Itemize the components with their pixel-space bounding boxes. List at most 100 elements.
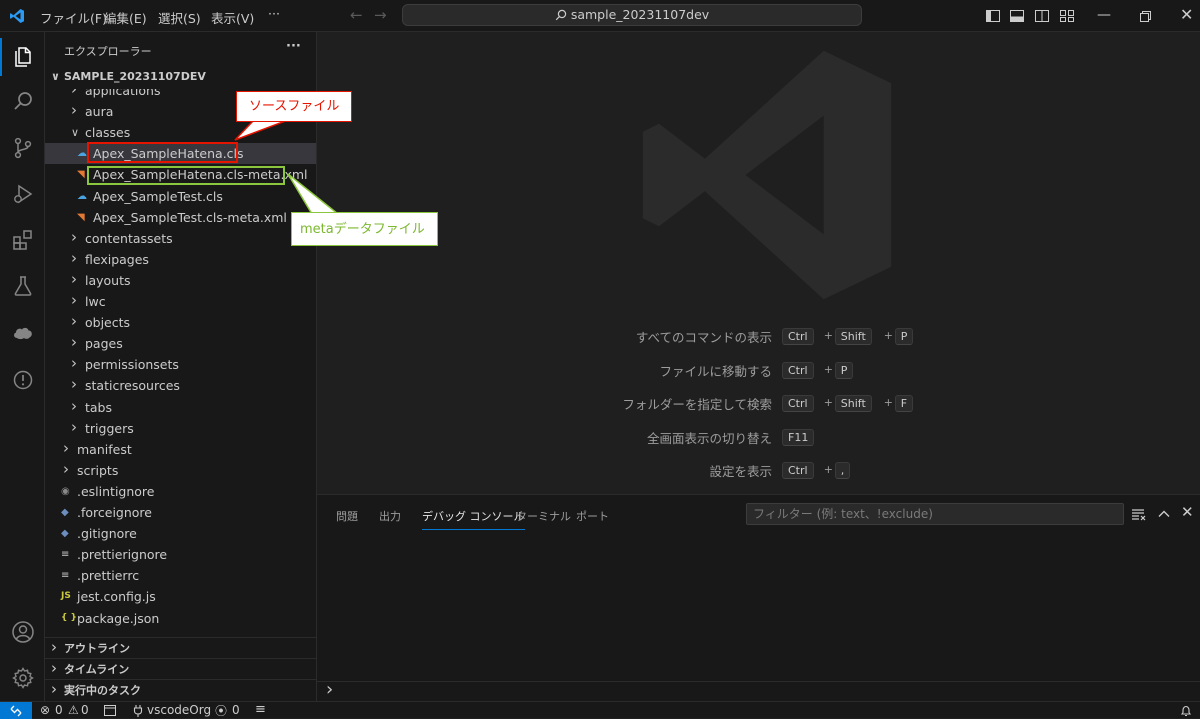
back-arrow-icon[interactable]: ← — [350, 6, 363, 24]
sidebar-section-1[interactable]: ›タイムライン — [45, 658, 316, 679]
tree-file[interactable]: ◉.eslintignore — [45, 481, 316, 502]
more-menu-icon[interactable]: ··· — [268, 6, 280, 21]
toggle-primary-sidebar-icon[interactable] — [985, 8, 1001, 24]
settings-gear-icon[interactable] — [0, 656, 45, 700]
tree-file[interactable]: ◥Apex_SampleTest.cls-meta.xml — [45, 207, 316, 228]
panel-tab-4[interactable]: ポート — [576, 508, 609, 524]
tree-folder[interactable]: ›pages — [45, 333, 316, 354]
console-prompt[interactable]: › — [326, 679, 333, 700]
remote-indicator[interactable] — [0, 702, 32, 719]
key-plus: + — [824, 363, 833, 376]
editor-area: すべてのコマンドの表示Ctrl+Shift+Pファイルに移動するCtrl+Pフォ… — [317, 32, 1200, 494]
tree-folder[interactable]: ›manifest — [45, 439, 316, 460]
output-window-icon[interactable] — [104, 705, 116, 716]
tree-folder[interactable]: ›scripts — [45, 460, 316, 481]
default-org-label[interactable]: vscodeOrg — [147, 703, 211, 717]
tree-folder[interactable]: ›staticresources — [45, 375, 316, 396]
tree-label: Apex_SampleTest.cls-meta.xml — [93, 207, 287, 228]
close-icon[interactable]: ✕ — [1180, 5, 1193, 24]
chevron-right-icon: › — [71, 353, 77, 374]
forward-arrow-icon[interactable]: → — [374, 6, 387, 24]
tree-file[interactable]: ≡.prettierrc — [45, 565, 316, 586]
shortcut-label: フォルダーを指定して検索 — [622, 394, 772, 413]
panel-filter-input[interactable]: フィルター (例: text、!exclude) — [746, 503, 1124, 525]
ports-count[interactable]: 0 — [232, 703, 240, 717]
tree-label: .gitignore — [77, 523, 137, 544]
tree-label: manifest — [77, 439, 132, 460]
problems-icon[interactable] — [0, 358, 45, 402]
salesforce-org-icon[interactable] — [0, 310, 45, 354]
tree-folder[interactable]: ›permissionsets — [45, 354, 316, 375]
explorer-icon[interactable] — [0, 34, 45, 78]
toggle-secondary-sidebar-icon[interactable] — [1034, 8, 1050, 24]
tree-folder[interactable]: ›lwc — [45, 291, 316, 312]
restore-icon[interactable] — [1137, 8, 1153, 24]
ports-icon: ⦿ — [215, 702, 227, 719]
run-debug-icon[interactable] — [0, 172, 45, 216]
tree-label: pages — [85, 333, 123, 354]
tree-label: triggers — [85, 418, 134, 439]
notifications-bell-icon[interactable] — [1180, 705, 1192, 717]
tree-label: .prettierrc — [77, 565, 139, 586]
sidebar-section-0[interactable]: ›アウトライン — [45, 637, 316, 658]
chevron-right-icon: › — [71, 311, 77, 332]
panel-tab-3[interactable]: ターミナル — [516, 508, 571, 524]
tree-label: Apex_SampleTest.cls — [93, 186, 223, 207]
accounts-icon[interactable] — [0, 610, 45, 654]
command-center-label: sample_20231107dev — [571, 7, 709, 22]
source-callout: ソースファイル — [236, 91, 352, 122]
workspace-root[interactable]: ∨ SAMPLE_20231107DEV — [45, 66, 316, 87]
close-panel-icon[interactable]: ✕ — [1181, 503, 1194, 521]
chevron-right-icon: › — [71, 248, 77, 269]
console-divider — [317, 681, 1200, 682]
search-view-icon[interactable] — [0, 79, 45, 123]
panel-tab-1[interactable]: 出力 — [379, 508, 401, 524]
tree-file[interactable]: ≡.prettierignore — [45, 544, 316, 565]
panel-tab-0[interactable]: 問題 — [336, 508, 358, 524]
error-count[interactable]: 0 — [55, 703, 63, 717]
panel-tab-2[interactable]: デバッグ コンソール — [422, 508, 525, 530]
tree-file[interactable]: ◆.gitignore — [45, 523, 316, 544]
tree-folder[interactable]: ›flexipages — [45, 249, 316, 270]
menu-3[interactable]: 表示(V) — [211, 8, 254, 27]
warning-count[interactable]: 0 — [81, 703, 89, 717]
title-bar: ファイル(F)編集(E) 選択(S) 表示(V) ··· ← → sample_20… — [0, 0, 1200, 32]
vscode-logo-icon[interactable] — [9, 8, 25, 24]
customize-layout-icon[interactable] — [1059, 8, 1075, 24]
menu-2[interactable]: 選択(S) — [158, 8, 201, 27]
tree-file[interactable]: JSjest.config.js — [45, 586, 316, 607]
tree-label: scripts — [77, 460, 118, 481]
tree-folder[interactable]: ›contentassets — [45, 228, 316, 249]
apex-file-icon: ☁ — [77, 186, 87, 207]
maximize-panel-icon[interactable] — [1156, 506, 1172, 522]
clear-console-icon[interactable] — [1130, 506, 1146, 522]
tree-folder[interactable]: ›triggers — [45, 418, 316, 439]
tree-label: staticresources — [85, 375, 180, 396]
sidebar-section-2[interactable]: ›実行中のタスク — [45, 679, 316, 700]
workspace-root-label: SAMPLE_20231107DEV — [64, 66, 206, 87]
section-label: アウトライン — [64, 638, 130, 659]
keybinding-key: F11 — [782, 429, 814, 446]
key-plus: + — [824, 396, 833, 409]
explorer-more-icon[interactable]: ··· — [286, 39, 301, 54]
toggle-panel-icon[interactable] — [1009, 8, 1025, 24]
minimize-icon[interactable]: — — [1097, 7, 1111, 23]
tree-folder[interactable]: ›layouts — [45, 270, 316, 291]
command-center-search[interactable]: sample_20231107dev — [402, 4, 862, 26]
menu-lines-icon[interactable]: ≡ — [255, 702, 266, 717]
testing-icon[interactable] — [0, 264, 45, 308]
tree-label: .prettierignore — [77, 544, 167, 565]
source-control-icon[interactable] — [0, 126, 45, 170]
menu-1[interactable]: 編集(E) — [104, 8, 147, 27]
tree-file[interactable]: { }package.json — [45, 608, 316, 629]
tree-folder[interactable]: ›objects — [45, 312, 316, 333]
keybinding-key: Ctrl — [782, 462, 814, 479]
menu-0[interactable]: ファイル(F) — [40, 8, 107, 27]
tree-file[interactable]: ◆.forceignore — [45, 502, 316, 523]
tree-label: package.json — [77, 608, 159, 629]
tree-label: lwc — [85, 291, 106, 312]
tree-file[interactable]: ☁ Apex_SampleTest.cls — [45, 186, 316, 207]
keybinding-key: Ctrl — [782, 362, 814, 379]
extensions-icon[interactable] — [0, 218, 45, 262]
tree-folder[interactable]: ›tabs — [45, 397, 316, 418]
